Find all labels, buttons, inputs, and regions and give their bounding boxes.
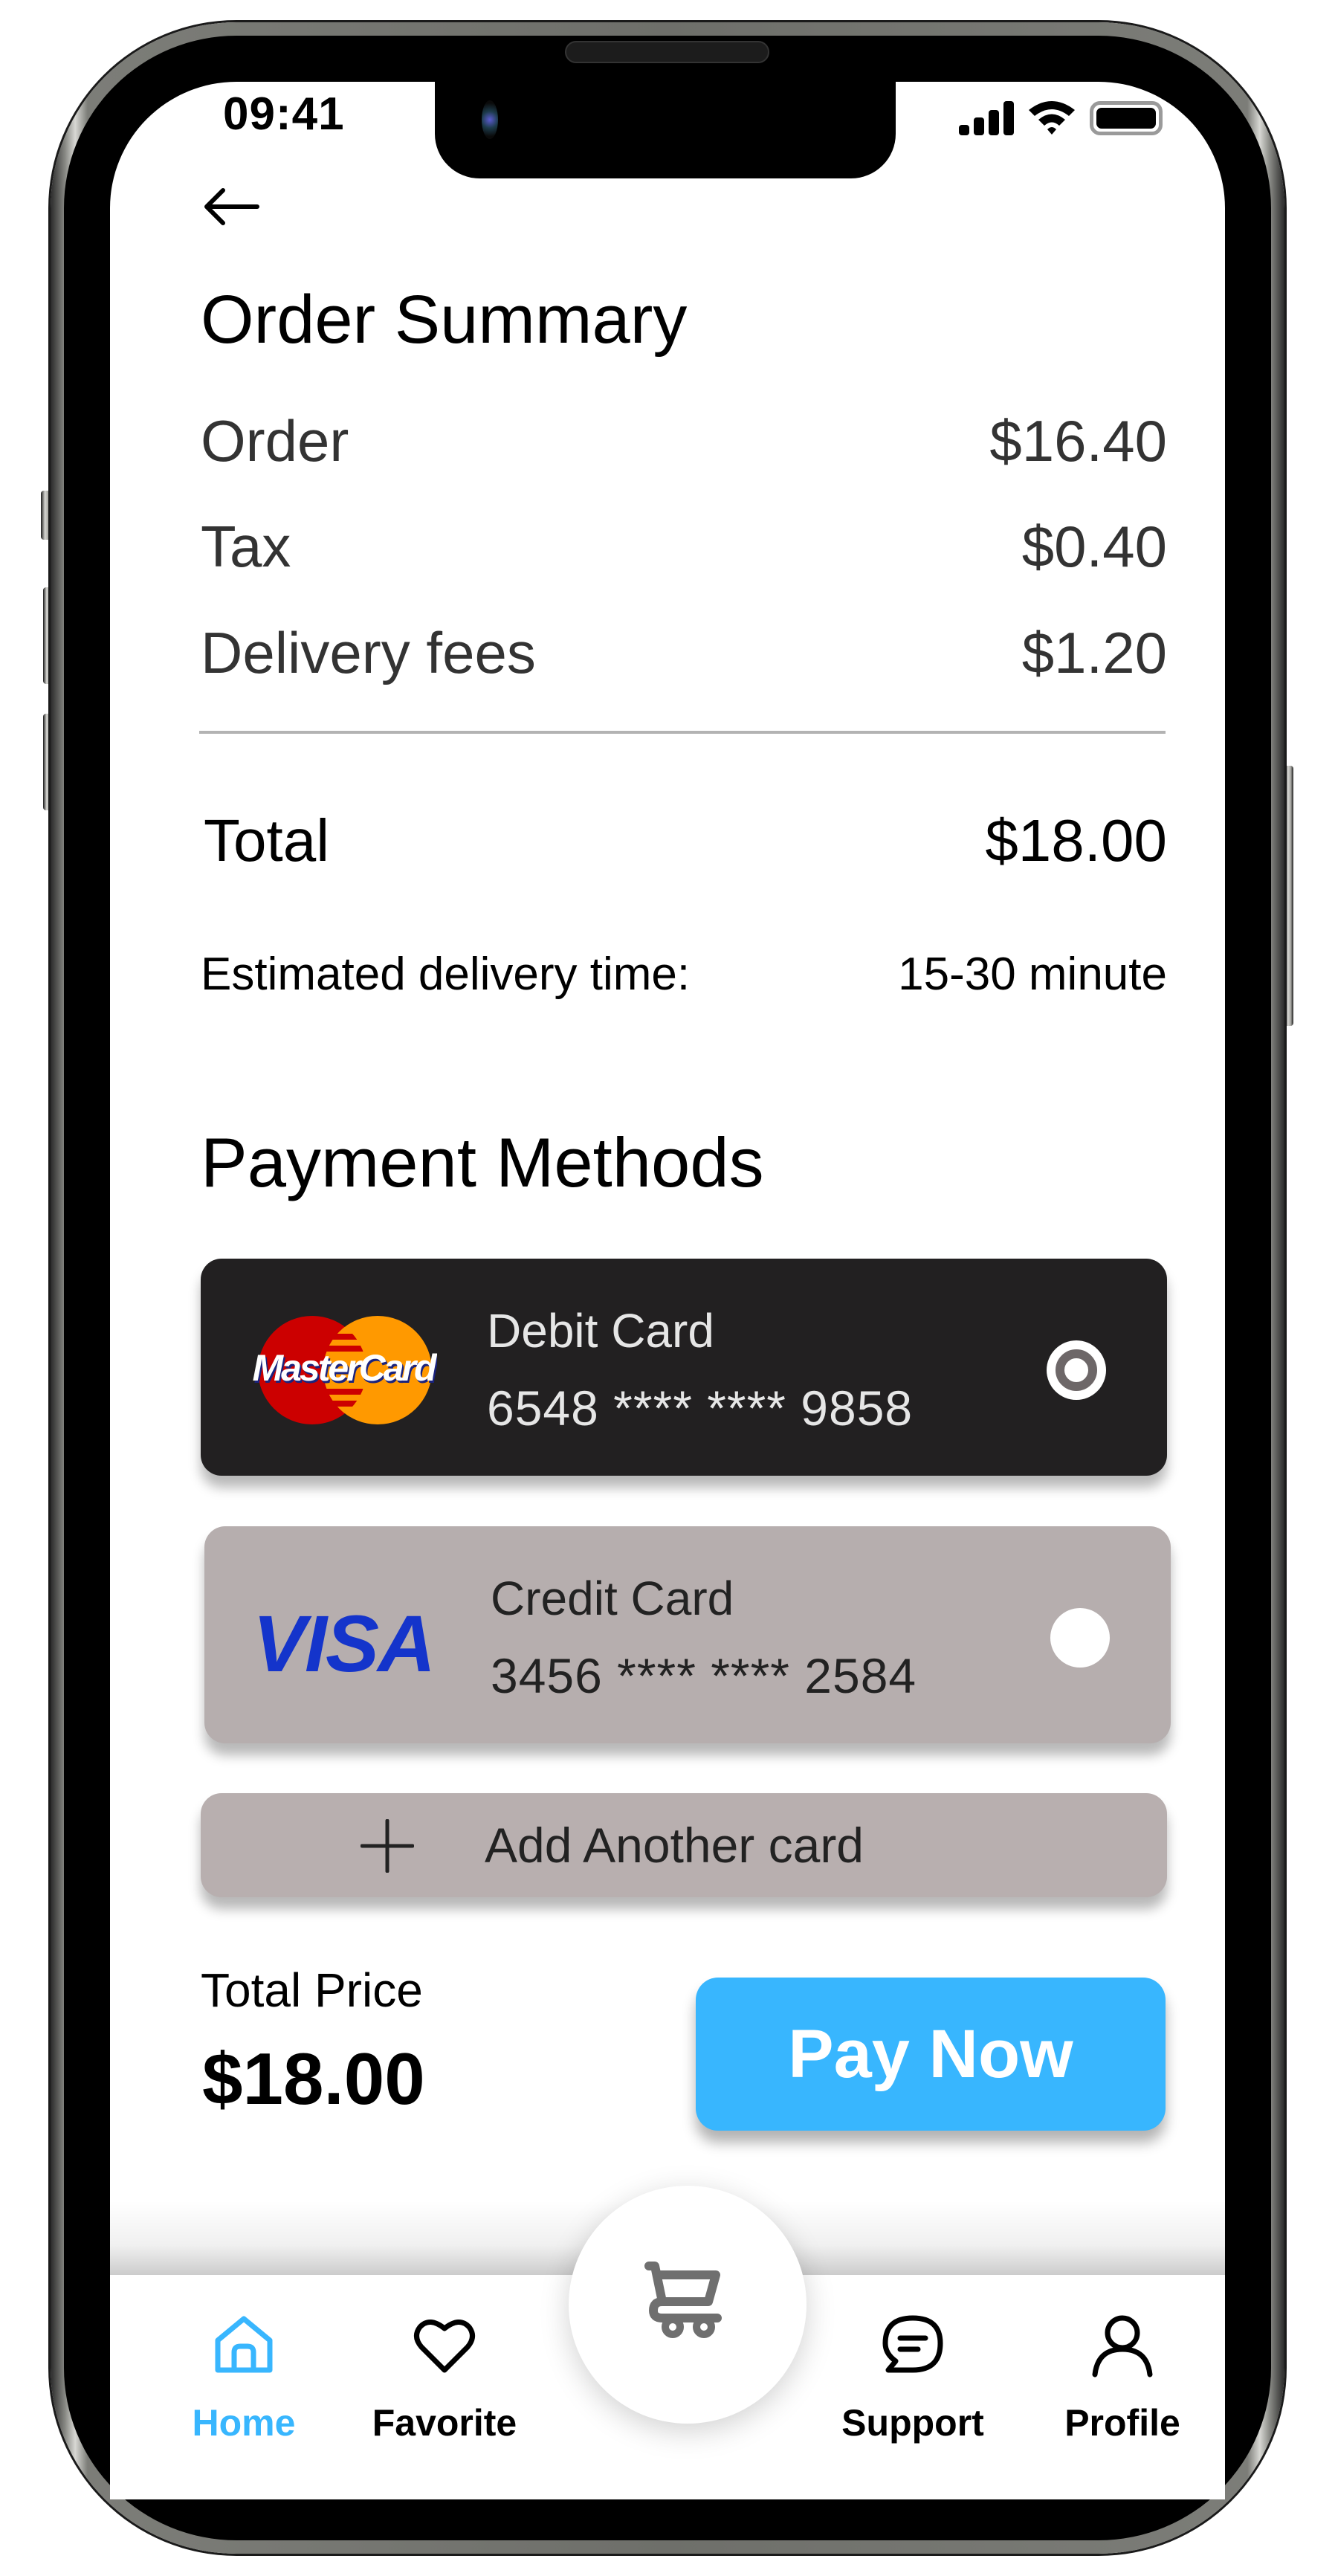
total-label: Total [204, 807, 329, 874]
total-value: $18.00 [985, 807, 1167, 874]
summary-value: $0.40 [1021, 514, 1167, 579]
chat-icon [882, 2315, 943, 2373]
total-price-value: $18.00 [202, 2038, 425, 2120]
add-card-label: Add Another card [485, 1818, 864, 1873]
summary-row-order: Order $16.40 [201, 407, 1167, 475]
nav-item-favorite[interactable]: Favorite [359, 2312, 530, 2444]
nav-label: Favorite [372, 2402, 517, 2444]
payment-card-credit[interactable]: VISA Credit Card 3456 **** **** 2584 [204, 1526, 1171, 1743]
svg-text:MasterCard: MasterCard [253, 1347, 437, 1389]
payment-card-debit[interactable]: MasterCard MasterCard Debit Card 6548 **… [201, 1259, 1167, 1476]
eta-value: 15-30 minute [898, 949, 1167, 1000]
summary-value: $16.40 [989, 408, 1167, 474]
mute-switch [41, 491, 51, 540]
summary-row-tax: Tax $0.40 [201, 513, 1167, 581]
status-time: 09:41 [223, 88, 345, 140]
heart-icon [414, 2320, 475, 2373]
card-number: 6548 **** **** 9858 [487, 1381, 914, 1436]
plus-icon [361, 1819, 414, 1873]
delivery-eta-row: Estimated delivery time: 15-30 minute [201, 948, 1167, 1001]
summary-divider [199, 731, 1166, 734]
front-camera [482, 100, 498, 139]
mastercard-logo-icon: MasterCard MasterCard [253, 1316, 437, 1424]
notch [435, 82, 896, 178]
earpiece-speaker [565, 41, 769, 63]
pay-now-button[interactable]: Pay Now [696, 1978, 1166, 2131]
visa-logo-icon: VISA [253, 1598, 436, 1688]
nav-label: Support [841, 2402, 984, 2444]
card-number: 3456 **** **** 2584 [491, 1648, 917, 1703]
cart-icon [644, 2262, 722, 2338]
signal-icon [959, 101, 1014, 135]
cart-button[interactable] [569, 2186, 807, 2424]
nav-item-support[interactable]: Support [827, 2312, 998, 2444]
payment-methods-title: Payment Methods [201, 1123, 764, 1201]
back-button[interactable] [202, 184, 262, 229]
card-type: Debit Card [487, 1304, 714, 1358]
status-icons [959, 98, 1163, 135]
nav-item-profile[interactable]: Profile [1037, 2312, 1208, 2444]
eta-label: Estimated delivery time: [201, 949, 691, 1000]
nav-label: Profile [1064, 2402, 1180, 2444]
battery-icon [1090, 101, 1163, 135]
wifi-icon [1029, 101, 1075, 135]
power-button [1284, 766, 1293, 1026]
add-card-button[interactable]: Add Another card [201, 1793, 1167, 1897]
home-icon [215, 2316, 273, 2373]
summary-label: Delivery fees [201, 620, 536, 685]
total-price-label: Total Price [201, 1963, 423, 2017]
nav-label: Home [192, 2402, 296, 2444]
card-type: Credit Card [491, 1572, 734, 1625]
user-icon [1092, 2315, 1153, 2378]
page-title: Order Summary [201, 282, 688, 358]
arrow-left-icon [204, 188, 259, 225]
nav-item-home[interactable]: Home [158, 2312, 329, 2444]
summary-value: $1.20 [1021, 620, 1167, 685]
card-radio-selected[interactable] [1047, 1340, 1106, 1400]
summary-label: Tax [201, 514, 291, 579]
card-radio-unselected[interactable] [1050, 1608, 1110, 1668]
summary-label: Order [201, 408, 349, 474]
summary-row-delivery: Delivery fees $1.20 [201, 619, 1167, 687]
summary-row-total: Total $18.00 [204, 807, 1167, 875]
